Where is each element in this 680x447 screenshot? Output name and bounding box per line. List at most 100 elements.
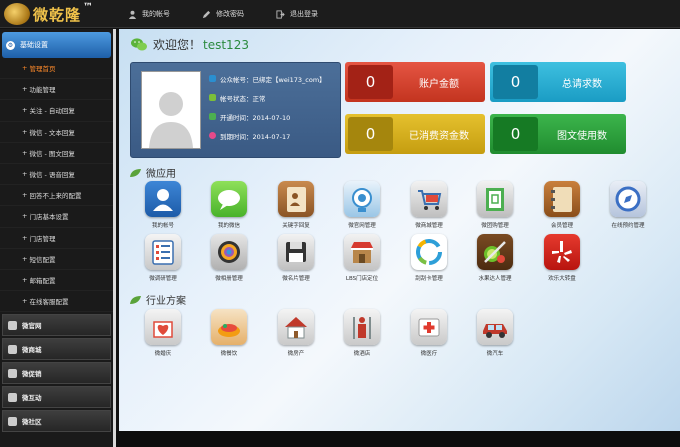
- app-name: 微婚庆: [154, 351, 172, 357]
- industry-auto[interactable]: 微汽车: [465, 309, 525, 357]
- industry-title-text: 行业方案: [146, 296, 186, 307]
- leaf-icon: [130, 168, 141, 177]
- medical-icon: [411, 309, 447, 345]
- sidebar-item-label: 在线客服配置: [29, 298, 69, 307]
- sidebar-item-news-reply[interactable]: + 微信 - 图文回复: [0, 143, 113, 164]
- app-website[interactable]: 微官网管理: [332, 181, 392, 229]
- app-lucky-wheel[interactable]: 欢乐大转盘: [532, 234, 592, 282]
- sidebar-section-mall[interactable]: 微商城: [2, 338, 111, 361]
- floppy-icon: [278, 234, 314, 270]
- app-mall[interactable]: 微商城管理: [399, 181, 459, 229]
- sidebar-section-community[interactable]: 微社区: [2, 410, 111, 433]
- app-name: 欢乐大转盘: [548, 276, 576, 282]
- status-icon: [209, 94, 216, 101]
- change-password-link[interactable]: 修改密码: [202, 9, 244, 19]
- stat-account-balance[interactable]: 0 账户金额: [345, 62, 485, 102]
- website-icon: [8, 320, 17, 330]
- logo[interactable]: 微乾隆 ™: [4, 2, 116, 26]
- main-panel: 欢迎您！ test123 公众帐号：已绑定【wei173_com】 帐号状态：正…: [119, 29, 680, 431]
- app-members[interactable]: 会员管理: [532, 181, 592, 229]
- sidebar-item-email-config[interactable]: + 邮箱配置: [0, 270, 113, 292]
- sidebar-item-sms-config[interactable]: + 短信配置: [0, 249, 113, 270]
- app-fruit-master[interactable]: 水果达人管理: [465, 234, 525, 282]
- logo-tm: ™: [83, 2, 94, 13]
- sidebar-item-store-management[interactable]: + 门店管理: [0, 228, 113, 249]
- logout-link[interactable]: 退出登录: [276, 9, 318, 19]
- list-icon: [145, 234, 181, 270]
- sidebar-item-text-reply[interactable]: + 微信 - 文本回复: [0, 122, 113, 143]
- industry-wedding[interactable]: 微婚庆: [133, 309, 193, 357]
- app-my-wechat[interactable]: 我的微信: [199, 181, 259, 229]
- address-book-icon: [544, 181, 580, 217]
- check-icon: [209, 113, 216, 120]
- info-text: 到期时间：2014-07-17: [220, 132, 291, 141]
- welcome-text: 欢迎您！: [153, 38, 202, 52]
- industry-real-estate[interactable]: 微房产: [266, 309, 326, 357]
- app-scratch-card[interactable]: 刮刮卡管理: [399, 234, 459, 282]
- app-name: LBS门店定位: [345, 276, 379, 282]
- welcome-username: test123: [203, 37, 249, 52]
- sidebar-item-label: 功能管理: [29, 86, 56, 95]
- apps-section-title: 微应用: [129, 165, 176, 180]
- sidebar-section-website[interactable]: 微官网: [2, 314, 111, 337]
- info-text: 帐号状态：正常: [220, 94, 266, 103]
- info-text: 公众帐号：已绑定【wei173_com】: [220, 75, 326, 84]
- logout-icon: [276, 9, 285, 19]
- sidebar-item-features[interactable]: + 功能管理: [0, 79, 113, 101]
- welcome-banner: 欢迎您！ test123: [131, 36, 249, 53]
- stat-label: 图文使用数: [557, 130, 607, 142]
- my-account-label: 我的帐号: [142, 10, 170, 18]
- sidebar-item-store-settings[interactable]: + 门店基本设置: [0, 206, 113, 228]
- app-name: 刮刮卡管理: [415, 276, 443, 282]
- car-icon: [477, 309, 513, 345]
- industry-medical[interactable]: 微医疗: [399, 309, 459, 357]
- app-album[interactable]: 微相册管理: [199, 234, 259, 282]
- stat-spent-funds[interactable]: 0 已消费资金数: [345, 114, 485, 154]
- house-icon: [278, 309, 314, 345]
- industry-hotel[interactable]: 微酒店: [332, 309, 392, 357]
- sidebar-item-home[interactable]: + 管理首页: [0, 58, 113, 80]
- stat-value: 0: [348, 117, 393, 151]
- app-my-account[interactable]: 我的帐号: [133, 181, 193, 229]
- app-name: 微官网管理: [348, 223, 376, 229]
- app-business-card[interactable]: 微名片管理: [266, 234, 326, 282]
- notebook-icon: [278, 181, 314, 217]
- info-row-status: 帐号状态：正常: [209, 88, 326, 107]
- sidebar-item-label: 邮箱配置: [29, 276, 56, 285]
- app-keyword-reply[interactable]: 关键字回复: [266, 181, 326, 229]
- stat-news-usage[interactable]: 0 图文使用数: [490, 114, 626, 154]
- app-survey[interactable]: 微调研管理: [133, 234, 193, 282]
- clock-icon: [209, 132, 216, 139]
- default-avatar-icon: [149, 92, 193, 148]
- app-lbs-store[interactable]: LBS门店定位: [332, 234, 392, 282]
- sidebar-section-interaction[interactable]: 微互动: [2, 386, 111, 409]
- sidebar-section-label: 微互动: [22, 394, 42, 403]
- app-online-booking[interactable]: 在线预约管理: [598, 181, 658, 229]
- sidebar-head-basic-settings[interactable]: ⚙ 基础设置: [2, 32, 111, 58]
- dragon-logo-icon: [4, 3, 30, 25]
- leaf-icon: [130, 295, 141, 304]
- sidebar-section-promotion[interactable]: 微促销: [2, 362, 111, 385]
- fruit-icon: [477, 234, 513, 270]
- sidebar-item-service-config[interactable]: + 在线客服配置: [0, 291, 113, 313]
- app-group-buy[interactable]: 微团购管理: [465, 181, 525, 229]
- user-icon: [128, 10, 137, 19]
- sidebar-item-fallback-config[interactable]: + 回答不上来的配置: [0, 185, 113, 207]
- hotel-icon: [344, 309, 380, 345]
- sidebar-head-label: 基础设置: [20, 41, 48, 49]
- info-row-account: 公众帐号：已绑定【wei173_com】: [209, 69, 326, 88]
- profile-icon: [145, 181, 181, 217]
- app-name: 微调研管理: [149, 276, 177, 282]
- sidebar-item-label: 门店管理: [29, 234, 56, 243]
- top-bar: 微乾隆 ™ 我的帐号 修改密码 退出登录: [0, 0, 680, 28]
- stat-value: 0: [493, 65, 538, 99]
- sidebar: ⚙ 基础设置 + 管理首页 + 功能管理 + 关注 - 自动回复 + 微信 - 文本回复…: [0, 29, 116, 447]
- industry-catering[interactable]: 微餐饮: [199, 309, 259, 357]
- sidebar-item-follow-reply[interactable]: + 关注 - 自动回复: [0, 100, 113, 122]
- sidebar-item-label: 微信 - 文本回复: [29, 128, 75, 137]
- stat-total-requests[interactable]: 0 总请求数: [490, 62, 626, 102]
- sidebar-item-label: 门店基本设置: [29, 213, 69, 222]
- my-account-link[interactable]: 我的帐号: [128, 9, 170, 19]
- sidebar-item-voice-reply[interactable]: + 微信 - 语音回复: [0, 164, 113, 186]
- logout-label: 退出登录: [290, 10, 318, 18]
